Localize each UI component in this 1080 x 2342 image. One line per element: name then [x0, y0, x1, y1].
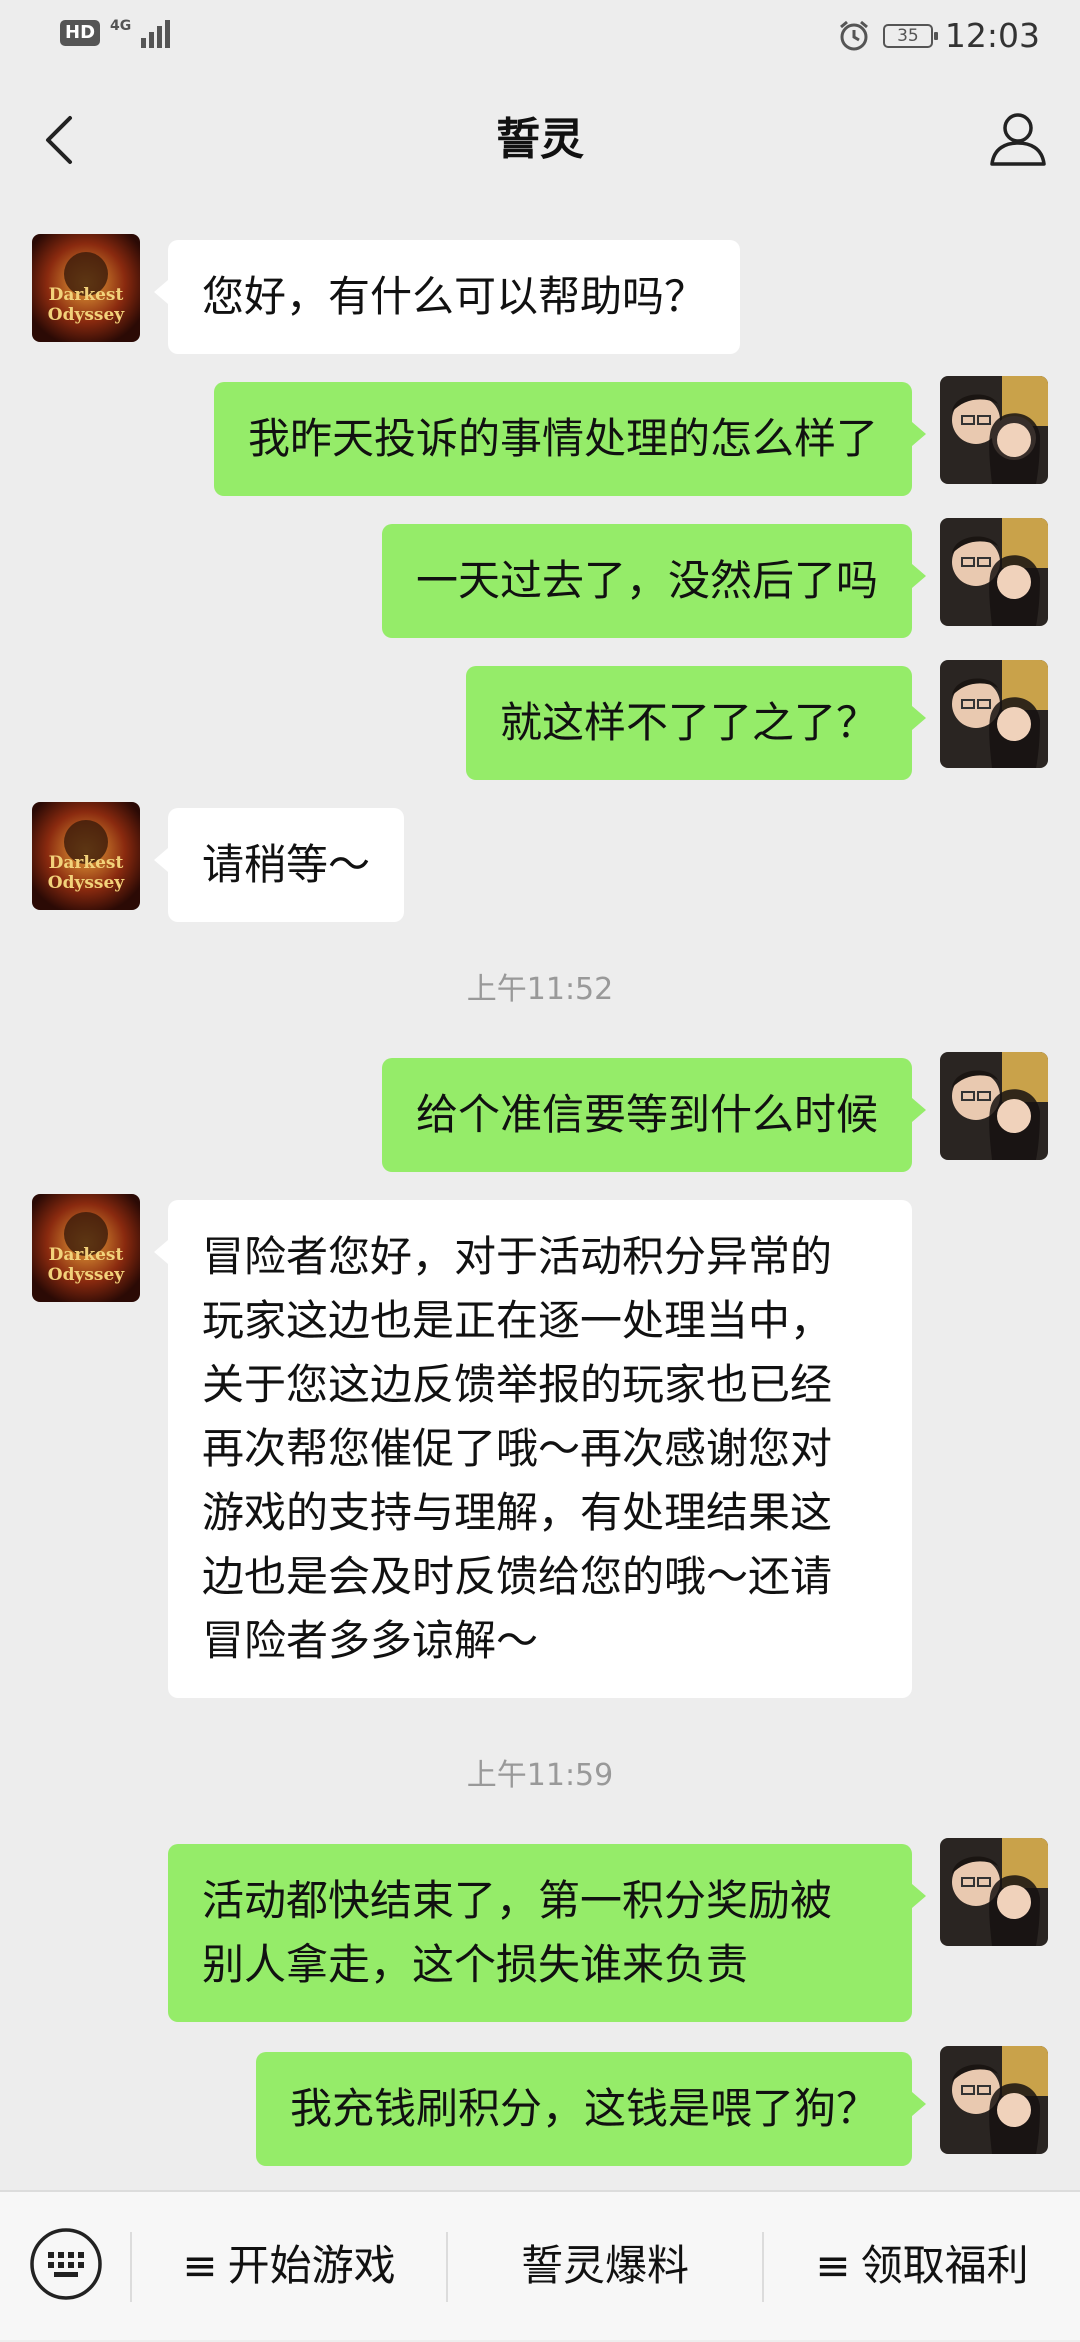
- user-avatar[interactable]: [940, 518, 1048, 626]
- svg-text:Odyssey: Odyssey: [48, 305, 126, 325]
- user-photo: [940, 1052, 1048, 1160]
- chat-header: 誓灵: [0, 74, 1080, 206]
- hd-badge: HD: [60, 20, 101, 46]
- message-bubble[interactable]: 就这样不了了之了？: [465, 666, 927, 780]
- user-avatar[interactable]: [940, 1838, 1048, 1946]
- service-avatar[interactable]: Darkest Odyssey: [32, 802, 140, 910]
- menu-start-game[interactable]: ≡ 开始游戏: [132, 2192, 446, 2342]
- message-bubble[interactable]: 您好，有什么可以帮助吗？: [153, 240, 741, 354]
- svg-text:Odyssey: Odyssey: [48, 1265, 126, 1285]
- user-photo: [940, 2046, 1048, 2154]
- message-bubble[interactable]: 活动都快结束了，第一积分奖励被 别人拿走，这个损失谁来负责: [168, 1844, 926, 2022]
- menu-news[interactable]: 誓灵爆料: [448, 2192, 762, 2342]
- official-account-menu: ≡ 开始游戏 誓灵爆料 ≡ 领取福利: [0, 2190, 1080, 2340]
- svg-text:Darkest: Darkest: [49, 853, 124, 873]
- message-bubble[interactable]: 我昨天投诉的事情处理的怎么样了: [213, 382, 927, 496]
- chat-messages[interactable]: Darkest Odyssey 您好，有什么可以帮助吗？ 我昨天投诉的事情处理的…: [0, 206, 1080, 2190]
- user-photo: [940, 660, 1048, 768]
- timestamp: 上午11:52: [466, 972, 614, 1007]
- user-avatar[interactable]: [940, 1052, 1048, 1160]
- darkest-odyssey-logo: Darkest Odyssey: [32, 234, 140, 342]
- signal-icon: [141, 20, 171, 48]
- person-icon[interactable]: [986, 106, 1050, 170]
- message-bubble[interactable]: 冒险者您好，对于活动积分异常的 玩家这边也是正在逐一处理当中， 关于您这边反馈举…: [154, 1200, 912, 1698]
- battery-icon: 35: [882, 24, 938, 48]
- menu-item-label: 开始游戏: [227, 2241, 396, 2290]
- darkest-odyssey-logo: Darkest Odyssey: [32, 802, 140, 910]
- message-bubble[interactable]: 请稍等～: [153, 808, 405, 922]
- keyboard-icon[interactable]: [28, 2226, 104, 2302]
- menu-item-label: 领取福利: [860, 2241, 1029, 2290]
- timestamp: 上午11:59: [466, 1758, 614, 1793]
- message-bubble[interactable]: 给个准信要等到什么时候: [381, 1058, 927, 1172]
- service-avatar[interactable]: Darkest Odyssey: [32, 1194, 140, 1302]
- network-type: 4G: [110, 18, 132, 34]
- chat-title: 誓灵: [496, 114, 584, 165]
- svg-text:Odyssey: Odyssey: [48, 873, 126, 893]
- message-bubble[interactable]: 一天过去了，没然后了吗: [381, 524, 927, 638]
- menu-list-icon: ≡: [815, 2241, 851, 2290]
- user-avatar[interactable]: [940, 376, 1048, 484]
- service-avatar[interactable]: Darkest Odyssey: [32, 234, 140, 342]
- user-photo: [940, 376, 1048, 484]
- user-avatar[interactable]: [940, 660, 1048, 768]
- status-left: HD 4G: [60, 18, 175, 48]
- status-bar: HD 4G 35 12:03: [0, 0, 1080, 74]
- message-bubble[interactable]: 我充钱刷积分，这钱是喂了狗？: [255, 2052, 927, 2166]
- user-photo: [940, 518, 1048, 626]
- status-time: 12:03: [944, 16, 1040, 55]
- status-right: 35 12:03: [837, 14, 1040, 58]
- darkest-odyssey-logo: Darkest Odyssey: [32, 1194, 140, 1302]
- svg-text:Darkest: Darkest: [49, 1245, 124, 1265]
- svg-text:Darkest: Darkest: [49, 285, 124, 305]
- user-avatar[interactable]: [940, 2046, 1048, 2154]
- user-photo: [940, 1838, 1048, 1946]
- menu-list-icon: ≡: [182, 2241, 218, 2290]
- menu-claim-rewards[interactable]: ≡ 领取福利: [764, 2192, 1080, 2342]
- alarm-icon: [839, 20, 868, 51]
- menu-item-label: 誓灵爆料: [520, 2241, 689, 2290]
